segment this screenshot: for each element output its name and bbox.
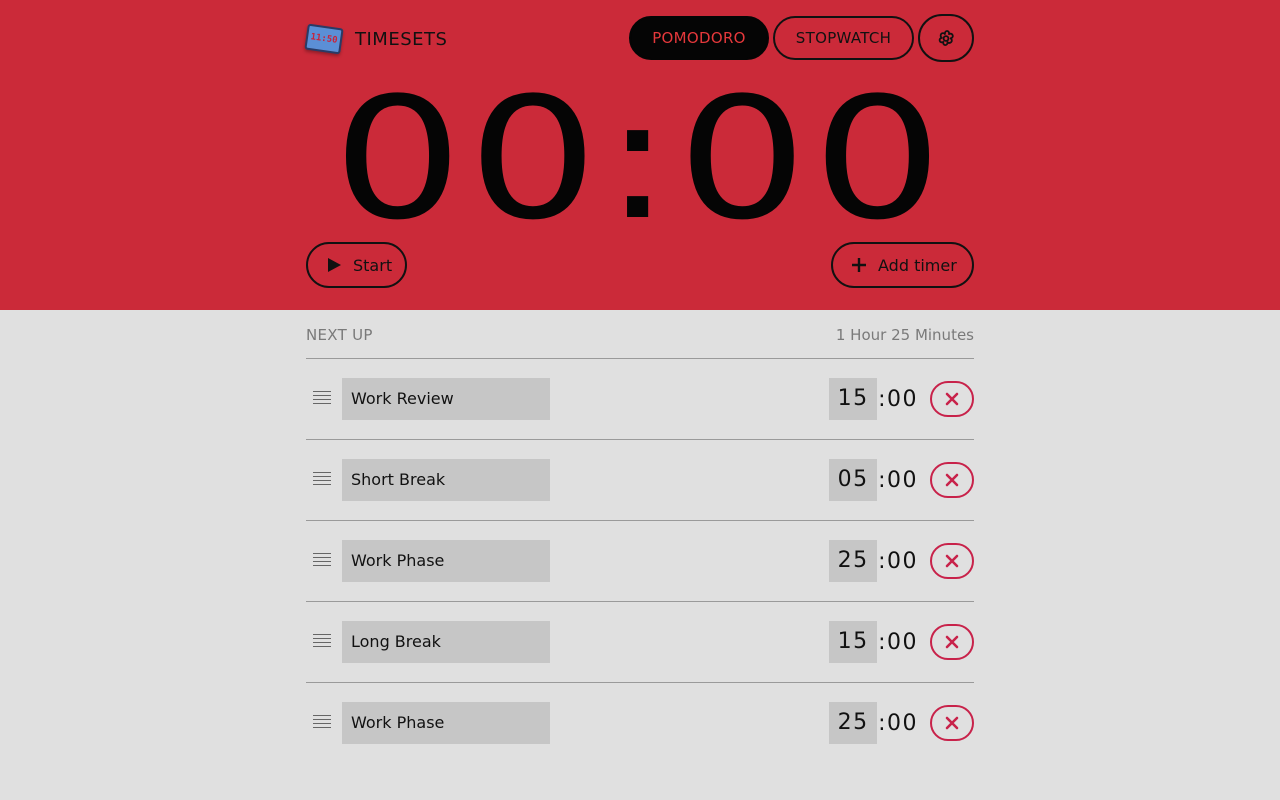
top-panel: 11:50 TIMESETS POMODORO STOPWATCH 00:00	[0, 0, 1280, 310]
total-duration: 1 Hour 25 Minutes	[835, 326, 974, 344]
next-up-label: NEXT UP	[306, 326, 373, 344]
timer-seconds: :00	[878, 548, 918, 574]
logo-badge-text: 11:50	[309, 32, 339, 46]
timer-seconds: :00	[878, 467, 918, 493]
timer-name-input[interactable]: Short Break	[342, 459, 550, 501]
timer-row: Work Review 15 :00	[306, 359, 974, 440]
delete-timer-button[interactable]	[930, 624, 974, 660]
timer-name-input[interactable]: Work Phase	[342, 702, 550, 744]
close-icon	[945, 554, 959, 568]
timer-minutes-input[interactable]: 05	[829, 459, 878, 501]
drag-handle-icon[interactable]	[313, 391, 331, 407]
drag-handle-icon[interactable]	[313, 634, 331, 650]
timer-duration: 15 :00	[829, 378, 918, 420]
timer-row: Work Phase 25 :00	[306, 683, 974, 763]
flower-gear-icon	[938, 30, 954, 46]
timer-minutes-input[interactable]: 15	[829, 378, 878, 420]
timer-minutes-input[interactable]: 15	[829, 621, 878, 663]
close-icon	[945, 473, 959, 487]
timer-duration: 25 :00	[829, 702, 918, 744]
timer-duration: 05 :00	[829, 459, 918, 501]
mode-switcher: POMODORO STOPWATCH	[629, 14, 974, 62]
timer-name-input[interactable]: Work Review	[342, 378, 550, 420]
delete-timer-button[interactable]	[930, 462, 974, 498]
add-timer-button-label: Add timer	[878, 255, 957, 275]
timer-row: Long Break 15 :00	[306, 602, 974, 683]
countdown-display: 00:00	[332, 61, 948, 257]
timer-name-input[interactable]: Long Break	[342, 621, 550, 663]
timer-duration: 25 :00	[829, 540, 918, 582]
start-button[interactable]: Start	[306, 242, 407, 288]
close-icon	[945, 392, 959, 406]
play-icon	[326, 257, 342, 273]
app-logo: 11:50 TIMESETS	[304, 23, 448, 55]
drag-handle-icon[interactable]	[313, 472, 331, 488]
next-up-section: NEXT UP 1 Hour 25 Minutes Work Review 15…	[306, 310, 974, 763]
timer-seconds: :00	[878, 386, 918, 412]
close-icon	[945, 716, 959, 730]
timer-minutes-input[interactable]: 25	[829, 702, 878, 744]
drag-handle-icon[interactable]	[313, 553, 331, 569]
timer-seconds: :00	[878, 629, 918, 655]
plus-icon	[851, 257, 867, 273]
timer-controls: Start Add timer	[306, 242, 974, 290]
start-button-label: Start	[353, 255, 393, 275]
delete-timer-button[interactable]	[930, 705, 974, 741]
timer-seconds: :00	[878, 710, 918, 736]
app-title: TIMESETS	[355, 28, 448, 50]
settings-button[interactable]	[918, 14, 974, 62]
timer-minutes-input[interactable]: 25	[829, 540, 878, 582]
timer-duration: 15 :00	[829, 621, 918, 663]
timer-name-input[interactable]: Work Phase	[342, 540, 550, 582]
add-timer-button[interactable]: Add timer	[831, 242, 974, 288]
close-icon	[945, 635, 959, 649]
timer-row: Short Break 05 :00	[306, 440, 974, 521]
clock-logo-icon: 11:50	[304, 23, 344, 55]
timer-row: Work Phase 25 :00	[306, 521, 974, 602]
drag-handle-icon[interactable]	[313, 715, 331, 731]
pomodoro-mode-button[interactable]: POMODORO	[629, 16, 769, 60]
stopwatch-mode-button[interactable]: STOPWATCH	[773, 16, 914, 60]
delete-timer-button[interactable]	[930, 381, 974, 417]
delete-timer-button[interactable]	[930, 543, 974, 579]
next-up-header: NEXT UP 1 Hour 25 Minutes	[306, 310, 974, 359]
